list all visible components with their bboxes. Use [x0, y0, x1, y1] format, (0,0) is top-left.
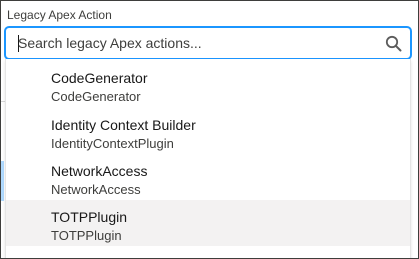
search-combobox[interactable] [5, 27, 411, 59]
option-subtitle: NetworkAccess [51, 182, 141, 197]
search-input[interactable] [6, 28, 410, 58]
option-totpplugin[interactable]: TOTPPlugin TOTPPlugin [6, 200, 410, 246]
option-subtitle: CodeGenerator [51, 89, 141, 104]
field-label: Legacy Apex Action [7, 8, 112, 22]
background-accent [1, 161, 4, 201]
text-cursor [18, 35, 19, 52]
option-subtitle: IdentityContextPlugin [51, 136, 174, 151]
option-title: Identity Context Builder [51, 117, 196, 133]
option-networkaccess[interactable]: NetworkAccess NetworkAccess [6, 154, 410, 200]
options-listbox: CodeGenerator CodeGenerator Identity Con… [5, 59, 411, 258]
option-title: TOTPPlugin [51, 209, 127, 225]
option-subtitle: TOTPPlugin [51, 228, 122, 243]
search-icon[interactable] [385, 35, 402, 52]
legacy-apex-action-picker: Legacy Apex Action CodeGenerator CodeGen… [0, 0, 419, 259]
option-title: CodeGenerator [51, 70, 148, 86]
option-title: NetworkAccess [51, 163, 148, 179]
option-codegenerator[interactable]: CodeGenerator CodeGenerator [6, 61, 410, 107]
option-identity-context-builder[interactable]: Identity Context Builder IdentityContext… [6, 108, 410, 154]
